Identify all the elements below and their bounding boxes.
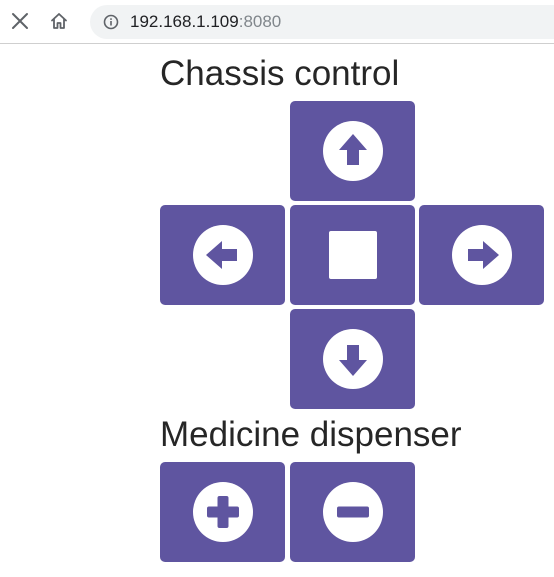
move-left-button[interactable] (160, 205, 285, 305)
stop-button[interactable] (290, 205, 415, 305)
close-icon (11, 12, 29, 30)
medicine-dispenser-title: Medicine dispenser (160, 415, 462, 454)
address-url[interactable]: 192.168.1.109:8080 (130, 12, 281, 32)
url-host: 192.168.1.109 (130, 12, 239, 31)
info-circle-icon[interactable] (103, 14, 119, 30)
close-tab-button[interactable] (6, 7, 34, 35)
arrow-left-circle-icon (192, 224, 254, 286)
move-right-button[interactable] (419, 205, 544, 305)
minus-circle-icon (322, 481, 384, 543)
stop-square-icon (328, 231, 377, 279)
home-icon (49, 11, 69, 31)
arrow-right-circle-icon (451, 224, 513, 286)
url-port: :8080 (238, 12, 282, 31)
plus-circle-icon (192, 481, 254, 543)
dispense-plus-button[interactable] (160, 462, 285, 562)
arrow-down-circle-icon (322, 328, 384, 390)
move-forward-button[interactable] (290, 101, 415, 201)
dispense-minus-button[interactable] (290, 462, 415, 562)
browser-toolbar: 192.168.1.109:8080 (0, 0, 554, 44)
move-backward-button[interactable] (290, 309, 415, 409)
arrow-up-circle-icon (322, 120, 384, 182)
chassis-control-title: Chassis control (160, 54, 400, 93)
address-bar[interactable]: 192.168.1.109:8080 (90, 5, 554, 39)
home-button[interactable] (45, 7, 73, 35)
